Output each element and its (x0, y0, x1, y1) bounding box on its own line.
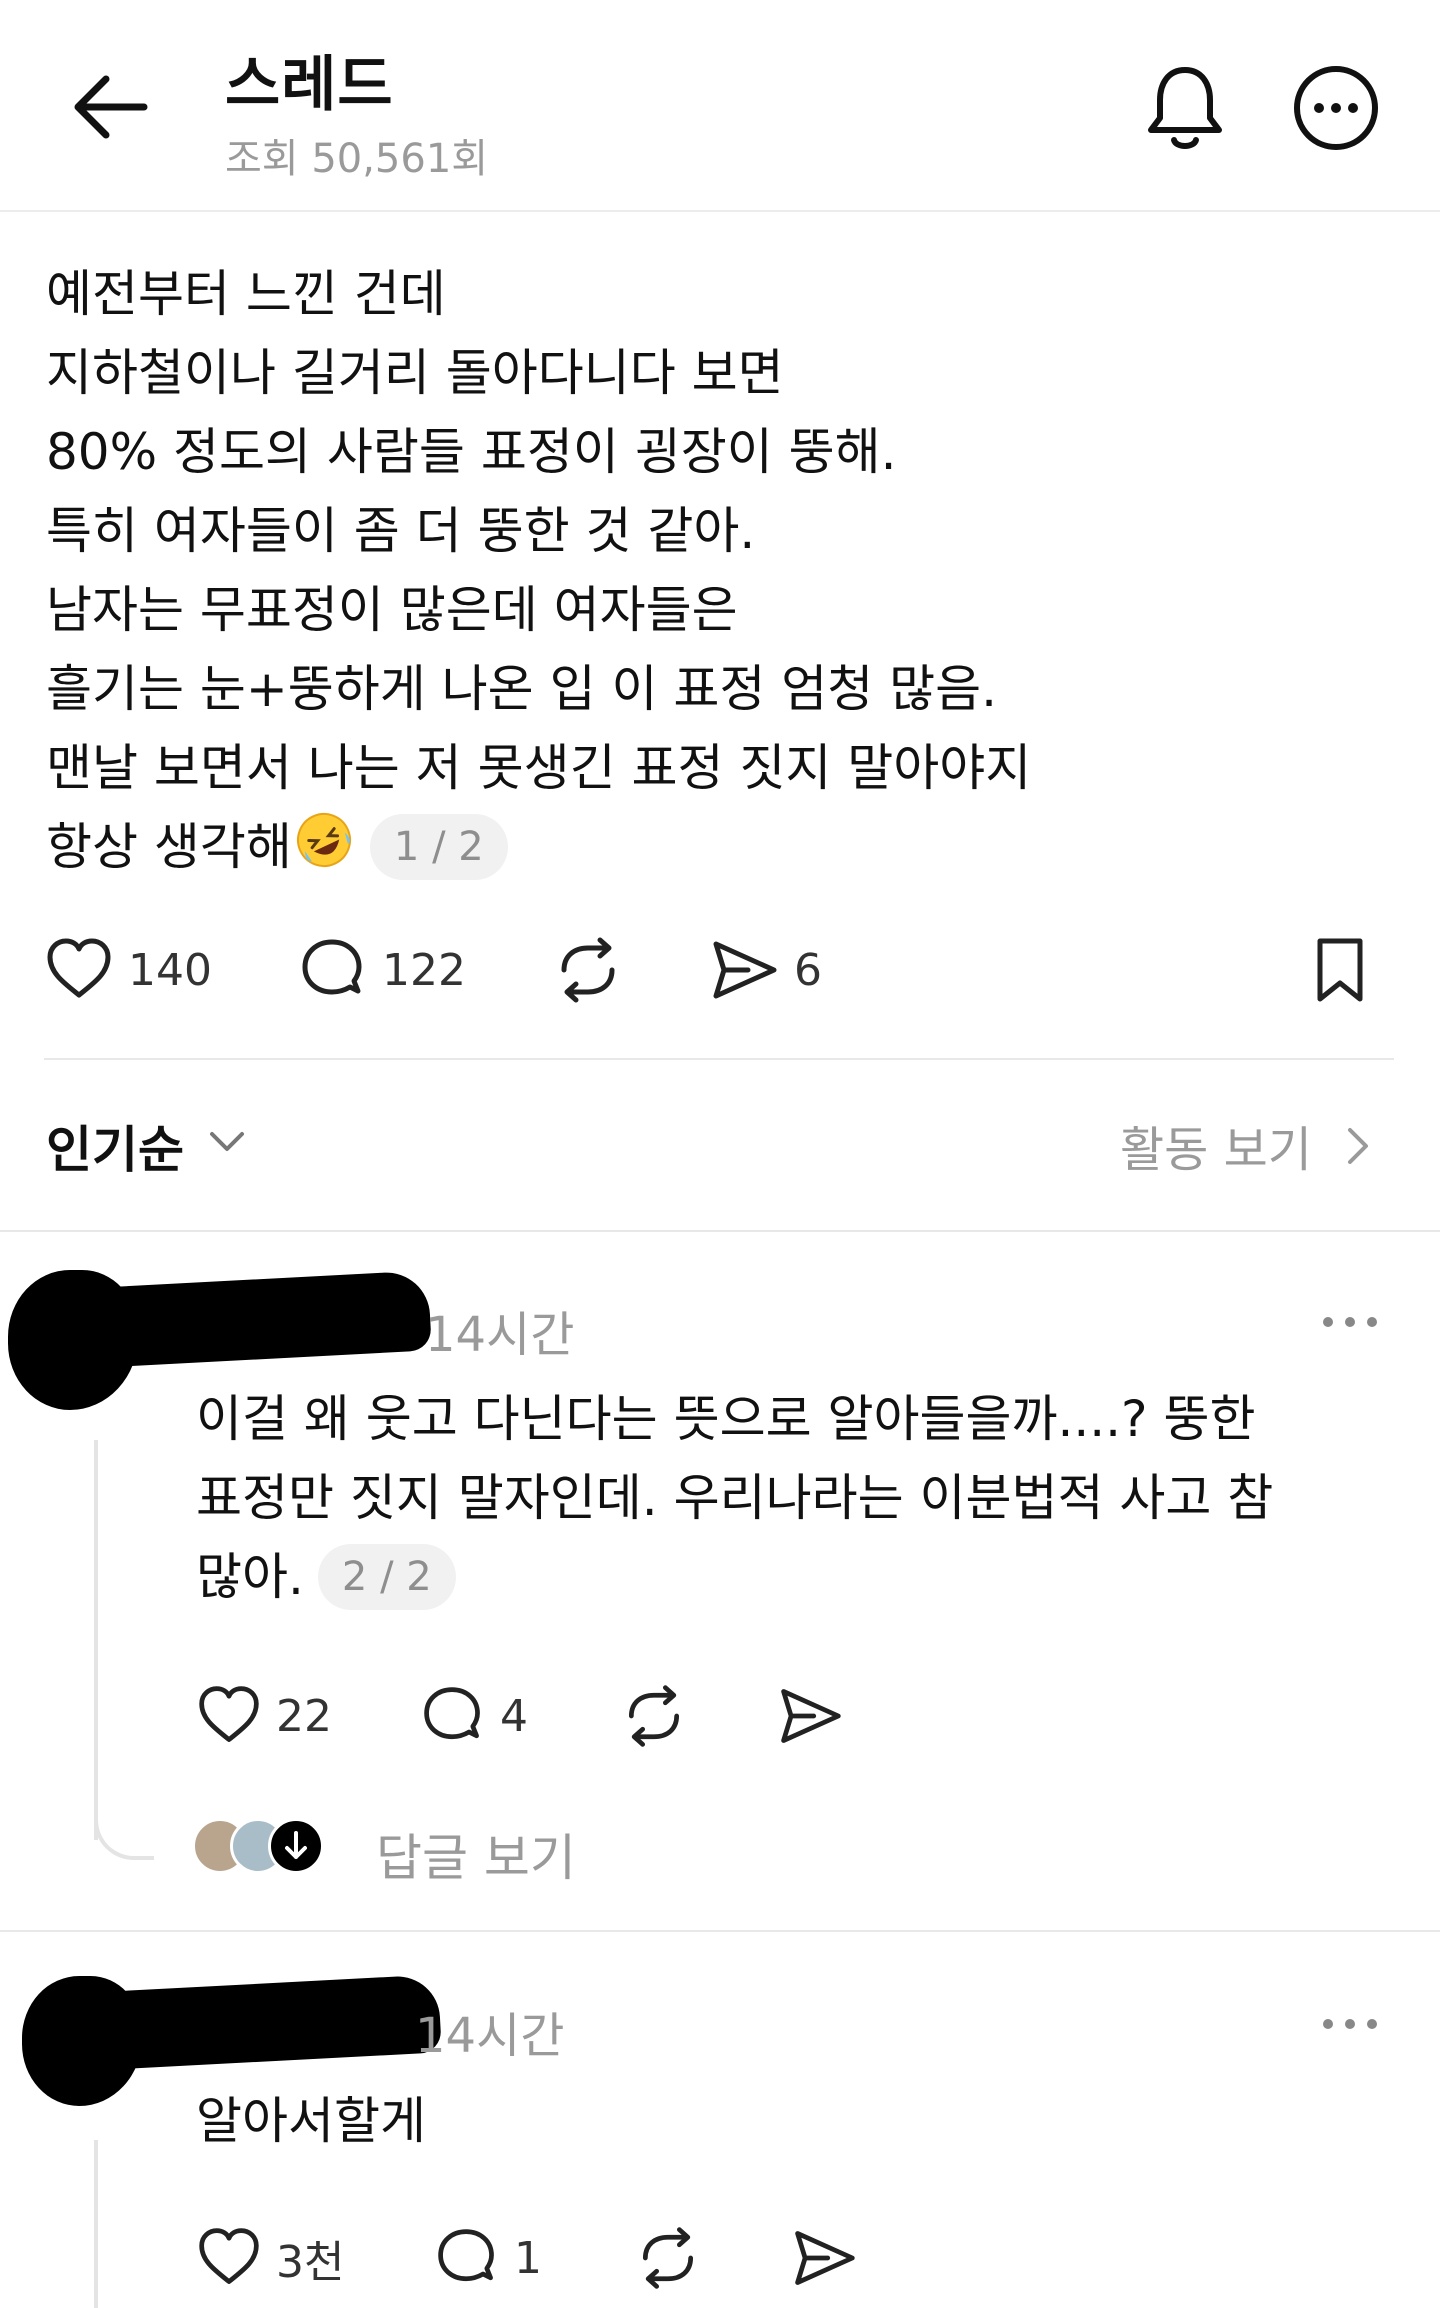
view-activity-link[interactable]: 활동 보기 (1120, 1110, 1312, 1180)
post-line-last: 항상 생각해 1 / 2 (46, 808, 1366, 895)
arrow-down-icon (285, 1831, 307, 1859)
view-replies-link[interactable]: 답글 보기 (376, 1818, 576, 1890)
comment-line-text: 많아. (196, 1548, 304, 1606)
comment-timestamp: 14시간 (425, 1307, 575, 1363)
post-line: 남자는 무표정이 많은데 여자들은 (46, 581, 738, 639)
comment-line-last: 많아. 2 / 2 (196, 1538, 1416, 1617)
divider (44, 1058, 1394, 1060)
send-icon (795, 2231, 855, 2285)
post-line: 특히 여자들이 좀 더 뚱한 것 같아. (46, 502, 756, 560)
chevron-down-icon[interactable] (202, 1118, 252, 1168)
like-count: 22 (276, 1690, 332, 1742)
post-content: 예전부터 느낀 건데 지하철이나 길거리 돌아다니다 보면 80% 정도의 사람… (46, 255, 1366, 895)
post-line: 맨날 보면서 나는 저 못생긴 표정 짓지 말아야지 (46, 729, 1366, 808)
repost-icon (561, 937, 615, 1003)
post-line-text: 항상 생각해 (46, 818, 292, 876)
comment-button[interactable]: 1 (434, 2218, 542, 2298)
back-arrow-icon (74, 75, 148, 139)
page-title: 스레드 (225, 50, 394, 120)
heart-icon (199, 2228, 259, 2284)
sort-dropdown[interactable]: 인기순 (46, 1110, 184, 1182)
comment-line: 표정만 짓지 말자인데. 우리나라는 이분법적 사고 참 (196, 1469, 1274, 1527)
like-button[interactable]: 140 (44, 930, 212, 1010)
comment-icon (438, 2229, 494, 2282)
comment-line: 이걸 왜 웃고 다닌다는 뜻으로 알아들을까....? 뚱한 (196, 1390, 1256, 1448)
view-count: 조회 50,561회 (225, 136, 489, 182)
divider (0, 1230, 1440, 1232)
thread-line (94, 1440, 98, 1840)
thread-curve (94, 1800, 154, 1860)
send-icon (713, 941, 777, 999)
notification-button[interactable] (1138, 60, 1232, 154)
back-button[interactable] (66, 62, 156, 152)
reply-avatars[interactable] (192, 1818, 342, 1878)
comment-icon (424, 1687, 480, 1740)
divider (0, 1930, 1440, 1932)
comment-actions: 3천 1 (196, 2218, 996, 2298)
like-button[interactable]: 3천 (196, 2218, 344, 2298)
share-button[interactable] (790, 2218, 858, 2298)
share-button[interactable] (776, 1676, 844, 1756)
post-line: 80% 정도의 사람들 표정이 굉장이 뚱해. (46, 423, 897, 481)
like-button[interactable]: 22 (196, 1676, 332, 1756)
more-options-button[interactable] (1290, 62, 1382, 154)
comment-body: 알아서할게 (196, 2092, 426, 2150)
repost-button[interactable] (634, 2218, 702, 2298)
ellipsis-icon (1323, 1317, 1377, 1327)
like-count: 140 (128, 944, 212, 996)
post-actions: 140 122 6 (44, 930, 1404, 1010)
avatar-more (268, 1818, 324, 1874)
share-count: 6 (794, 944, 822, 996)
heart-icon (47, 938, 111, 998)
comment-body: 이걸 왜 웃고 다닌다는 뜻으로 알아들을까....? 뚱한 표정만 짓지 말자… (196, 1380, 1416, 1617)
page-indicator-badge: 1 / 2 (369, 814, 508, 880)
comment-icon (302, 939, 362, 995)
comment-actions: 22 4 (196, 1676, 996, 1756)
comment-count: 122 (382, 944, 466, 996)
comment-button[interactable]: 4 (420, 1676, 528, 1756)
repost-icon (628, 1685, 680, 1747)
share-button[interactable]: 6 (708, 930, 822, 1010)
top-app-bar: 스레드 조회 50,561회 (0, 0, 1440, 212)
comment-button[interactable]: 122 (298, 930, 466, 1010)
comment-count: 4 (500, 1690, 528, 1742)
post-line: 흘기는 눈+뚱하게 나온 입 이 표정 엄청 많음. (46, 660, 998, 718)
like-count: 3천 (276, 2237, 345, 2288)
repost-button[interactable] (620, 1676, 688, 1756)
ellipsis-icon (1323, 2019, 1377, 2029)
heart-icon (199, 1686, 259, 1742)
repost-icon (642, 2227, 694, 2289)
bookmark-icon (1317, 938, 1363, 1002)
comment-more-button[interactable] (1320, 2012, 1380, 2040)
page-indicator-badge: 2 / 2 (317, 1544, 456, 1610)
chevron-right-icon[interactable] (1340, 1124, 1376, 1168)
more-icon (1294, 66, 1378, 150)
thread-line (94, 2140, 98, 2308)
post-line: 예전부터 느낀 건데 (46, 265, 446, 323)
post-line-text: 맨날 보면서 나는 저 못생긴 표정 짓지 말아야지 (46, 739, 1032, 797)
comment-timestamp: 14시간 (415, 2008, 565, 2064)
comment-more-button[interactable] (1320, 1310, 1380, 1338)
emoji-rofl-icon (292, 808, 356, 895)
repost-button[interactable] (552, 930, 624, 1010)
comment-count: 1 (514, 2232, 542, 2284)
bell-icon (1148, 67, 1222, 149)
send-icon (781, 1689, 841, 1743)
post-line: 지하철이나 길거리 돌아다니다 보면 (46, 344, 784, 402)
bookmark-button[interactable] (1312, 930, 1368, 1010)
